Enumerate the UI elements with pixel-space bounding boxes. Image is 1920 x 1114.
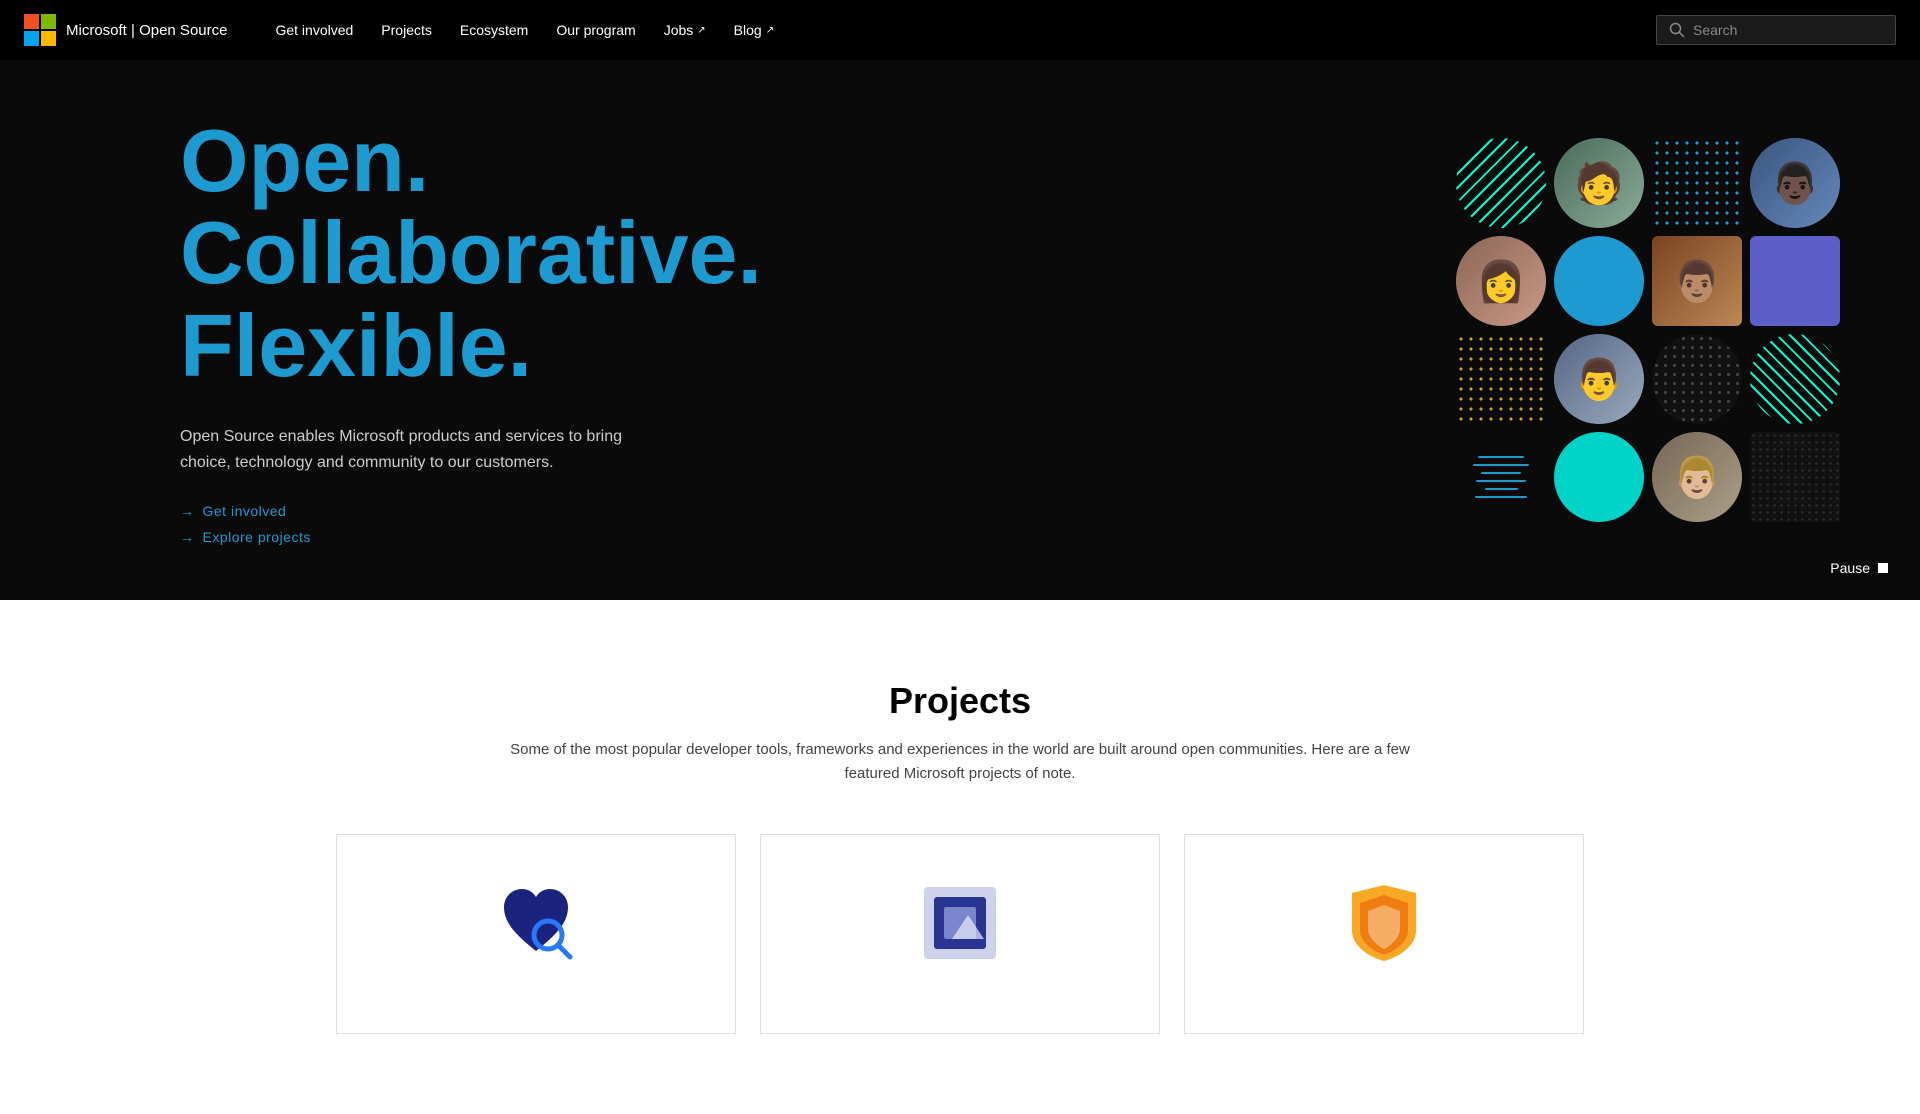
hero-image-grid: 🧑 👨🏿 👩 👨🏽 👨: [1456, 138, 1860, 522]
grid-person-6: 👨🏼: [1652, 432, 1742, 522]
fluid-icon: [920, 883, 1000, 963]
grid-pattern-teal-lines: [1456, 138, 1546, 228]
projects-title: Projects: [60, 680, 1860, 722]
projects-section: Projects Some of the most popular develo…: [0, 600, 1920, 1114]
ms-logo: [24, 14, 56, 46]
pause-button[interactable]: Pause: [1830, 560, 1888, 576]
grid-solid-teal-circle: [1554, 432, 1644, 522]
nav-jobs[interactable]: Jobs ↗: [664, 22, 706, 38]
projects-cards: [260, 834, 1660, 1034]
search-input[interactable]: [1693, 22, 1883, 38]
project-card-ospo: [1184, 834, 1584, 1034]
external-icon: ↗: [697, 25, 705, 36]
grid-pattern-teal-diag-circle: [1750, 334, 1840, 424]
grid-pattern-dots-small-rect: [1750, 432, 1840, 522]
logo-link[interactable]: Microsoft | Open Source: [24, 14, 227, 46]
projects-subtitle: Some of the most popular developer tools…: [510, 738, 1410, 786]
hero-description: Open Source enables Microsoft products a…: [180, 424, 660, 475]
nav-blog[interactable]: Blog ↗: [734, 22, 774, 38]
nav-get-involved[interactable]: Get involved: [275, 22, 353, 38]
hero-cta-links: → Get involved → Explore projects: [180, 503, 960, 545]
hero-headline: Open. Collaborative. Flexible.: [180, 115, 960, 392]
grid-solid-blue-circle: [1554, 236, 1644, 326]
external-icon: ↗: [766, 25, 774, 36]
project-card-dep-review: [336, 834, 736, 1034]
grid-person-4: 👨🏽: [1652, 236, 1742, 326]
search-icon: [1669, 22, 1685, 38]
grid-person-3: 👩: [1456, 236, 1546, 326]
pause-label: Pause: [1830, 560, 1870, 576]
project-card-fluid: [760, 834, 1160, 1034]
hero-explore-projects-link[interactable]: → Explore projects: [180, 529, 960, 545]
grid-pattern-dots-blue: [1652, 138, 1742, 228]
grid-pattern-dots-yellow: [1456, 334, 1546, 424]
site-title: Microsoft | Open Source: [66, 22, 227, 39]
arrow-right-icon: →: [180, 529, 195, 545]
hero-get-involved-link[interactable]: → Get involved: [180, 503, 960, 519]
pause-square-icon: [1878, 563, 1888, 573]
nav-ecosystem[interactable]: Ecosystem: [460, 22, 528, 38]
grid-solid-purple-square: [1750, 236, 1840, 326]
dep-review-icon: [496, 883, 576, 963]
grid-pattern-dots-dark-circle: [1652, 334, 1742, 424]
grid-person-1: 🧑: [1554, 138, 1644, 228]
hero-content: Open. Collaborative. Flexible. Open Sour…: [180, 115, 960, 545]
grid-person-5: 👨: [1554, 334, 1644, 424]
ospo-icon: [1344, 883, 1424, 963]
nav-links: Get involved Projects Ecosystem Our prog…: [275, 22, 774, 38]
arrow-right-icon: →: [180, 503, 195, 519]
main-nav: Microsoft | Open Source Get involved Pro…: [0, 0, 1920, 60]
search-bar: [1656, 15, 1896, 45]
hero-section: Open. Collaborative. Flexible. Open Sour…: [0, 0, 1920, 600]
nav-projects[interactable]: Projects: [381, 22, 432, 38]
nav-our-program[interactable]: Our program: [556, 22, 635, 38]
grid-person-2: 👨🏿: [1750, 138, 1840, 228]
grid-pattern-lines-blue-rect: [1456, 432, 1546, 522]
